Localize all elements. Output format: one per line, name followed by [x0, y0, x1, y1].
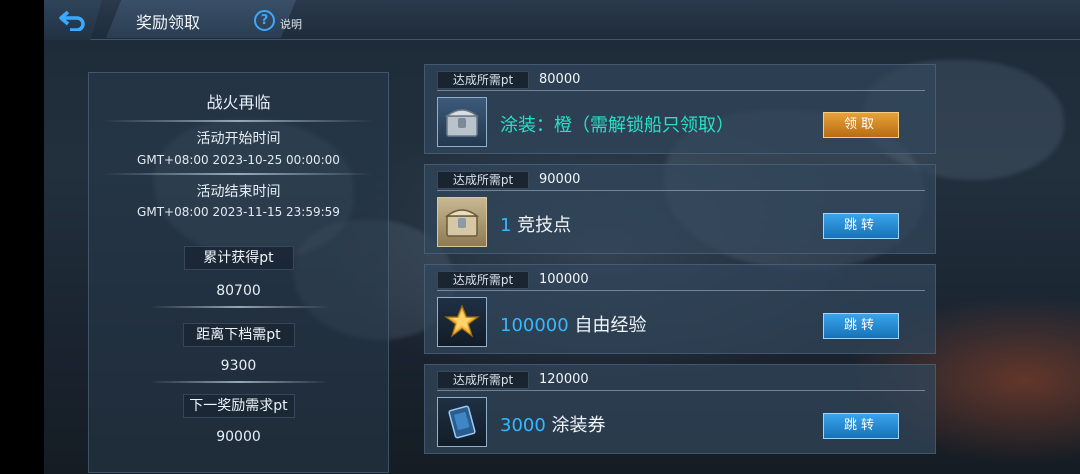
requirement-value: 120000: [539, 372, 589, 387]
card-header: 达成所需pt 90000: [437, 169, 925, 191]
help-label[interactable]: 说明: [280, 16, 302, 32]
reward-name: 竞技点: [511, 215, 572, 236]
goto-button[interactable]: 跳转: [823, 413, 899, 439]
divider: [103, 173, 373, 175]
requirement-value: 80000: [539, 72, 581, 87]
star-icon: [437, 297, 487, 347]
requirement-label: 达成所需pt: [437, 71, 529, 89]
divider: [149, 306, 329, 308]
top-bar: 奖励领取 ? 说明: [44, 0, 1080, 40]
next-req-pt-label: 下一奖励需求pt: [182, 394, 295, 418]
total-pt-label: 累计获得pt: [183, 246, 294, 270]
to-next-pt-label: 距离下档需pt: [182, 323, 295, 347]
requirement-label: 达成所需pt: [437, 271, 529, 289]
chest-icon: [437, 197, 487, 247]
requirement-value: 100000: [539, 272, 589, 287]
reward-amount: 3000: [500, 415, 546, 436]
total-pt-value: 80700: [216, 283, 261, 299]
claim-button[interactable]: 领取: [823, 112, 899, 138]
next-req-pt-value: 90000: [216, 429, 261, 445]
coupon-icon: [437, 397, 487, 447]
page-title: 奖励领取: [136, 13, 201, 32]
chest-icon: [437, 97, 487, 147]
goto-button[interactable]: 跳转: [823, 313, 899, 339]
goto-button[interactable]: 跳转: [823, 213, 899, 239]
card-header: 达成所需pt 100000: [437, 269, 925, 291]
back-button[interactable]: [44, 0, 102, 40]
start-time-value: GMT+08:00 2023-10-25 00:00:00: [137, 153, 340, 167]
requirement-label: 达成所需pt: [437, 171, 529, 189]
game-background: 奖励领取 ? 说明 战火再临 活动开始时间 GMT+08:00 2023-10-…: [44, 0, 1080, 474]
requirement-label: 达成所需pt: [437, 371, 529, 389]
reward-name: 涂装券: [545, 415, 606, 436]
card-header: 达成所需pt 80000: [437, 69, 925, 91]
reward-card: 达成所需pt 100000 100000 自由经验 跳转: [424, 264, 936, 354]
start-time-label: 活动开始时间: [196, 131, 281, 147]
reward-amount: 1: [500, 215, 512, 236]
reward-card: 达成所需pt 90000 1 竞技点 跳转: [424, 164, 936, 254]
reward-amount: 100000: [500, 315, 569, 336]
divider: [149, 381, 329, 383]
end-time-label: 活动结束时间: [196, 184, 281, 200]
help-icon[interactable]: ?: [254, 10, 275, 31]
divider: [103, 120, 373, 122]
requirement-value: 90000: [539, 172, 581, 187]
event-name: 战火再临: [206, 93, 271, 112]
reward-card: 达成所需pt 80000 涂装：橙（需解锁船只领取） 领取: [424, 64, 936, 154]
card-header: 达成所需pt 120000: [437, 369, 925, 391]
reward-card: 达成所需pt 120000 3000 涂装券 跳转: [424, 364, 936, 454]
back-arrow-icon: [59, 10, 85, 31]
event-info-panel: 战火再临 活动开始时间 GMT+08:00 2023-10-25 00:00:0…: [88, 72, 389, 473]
reward-text: 涂装：橙（需解锁船只领取）: [500, 115, 734, 136]
reward-text: 1 竞技点: [500, 211, 571, 237]
reward-text: 100000 自由经验: [500, 311, 646, 337]
reward-name: 自由经验: [568, 315, 647, 336]
to-next-pt-value: 9300: [220, 358, 257, 374]
reward-text: 3000 涂装券: [500, 411, 606, 437]
end-time-value: GMT+08:00 2023-11-15 23:59:59: [137, 205, 340, 219]
